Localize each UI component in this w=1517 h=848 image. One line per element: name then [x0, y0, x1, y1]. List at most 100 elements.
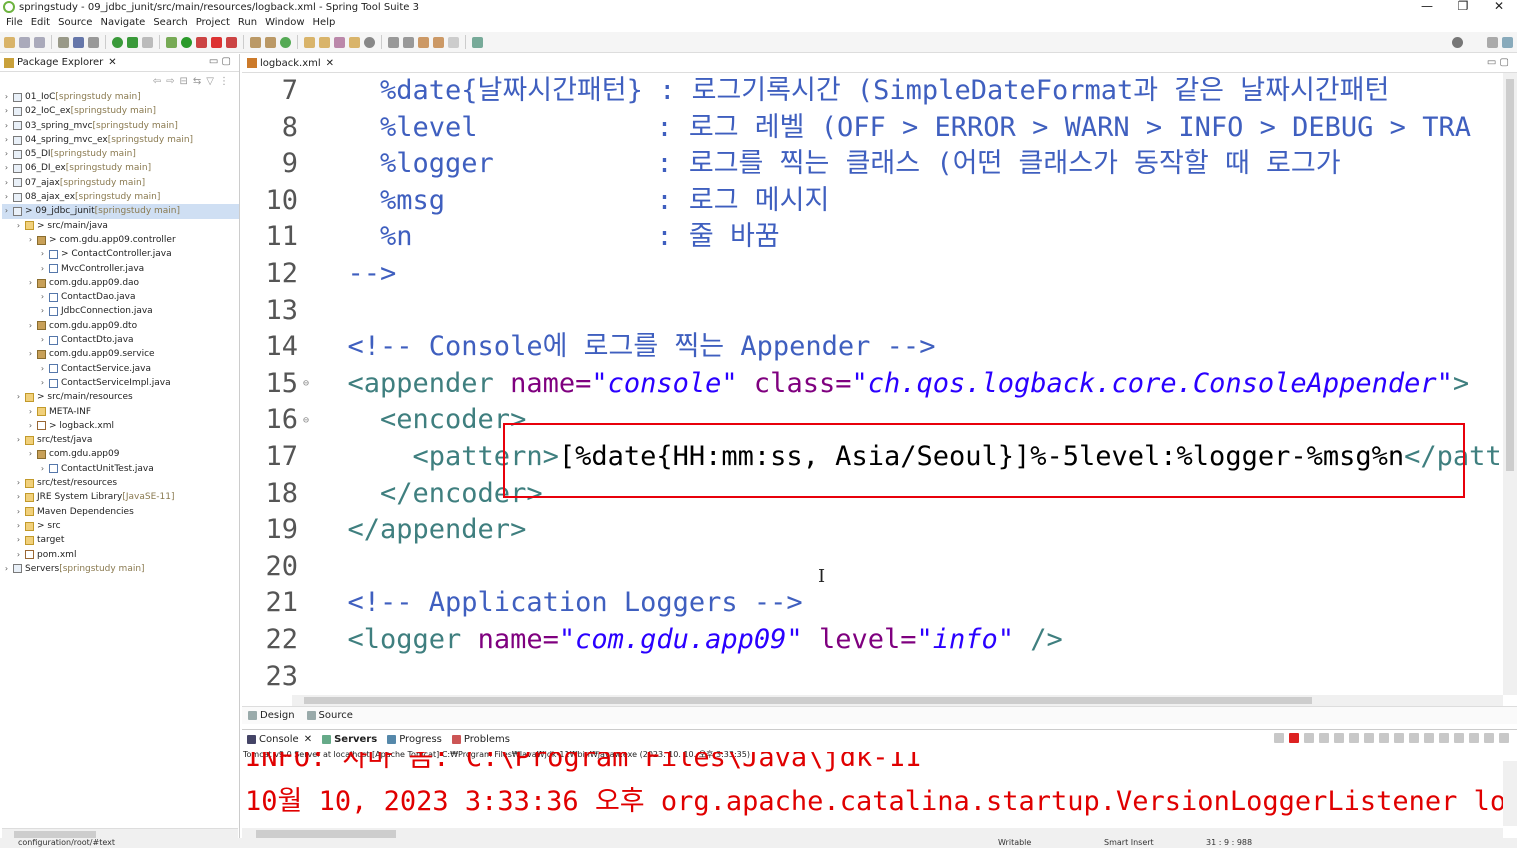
- expand-toggle-icon[interactable]: ›: [2, 147, 11, 161]
- tree-item[interactable]: › > logback.xml: [2, 419, 239, 433]
- expand-toggle-icon[interactable]: ›: [2, 133, 11, 147]
- open-type-icon[interactable]: [304, 36, 315, 48]
- menu-edit[interactable]: Edit: [29, 15, 56, 30]
- terminate-icon[interactable]: [1289, 733, 1299, 743]
- print-icon[interactable]: [58, 36, 69, 48]
- last-edit-icon[interactable]: [418, 36, 429, 48]
- debug-icon[interactable]: [166, 36, 177, 48]
- tree-item[interactable]: › 05_DI [springstudy main]: [2, 147, 239, 161]
- tree-item[interactable]: › src/test/resources: [2, 476, 239, 490]
- tree-item[interactable]: › > src: [2, 519, 239, 533]
- tab-progress[interactable]: Progress: [387, 734, 442, 745]
- tree-item[interactable]: › 04_spring_mvc_ex [springstudy main]: [2, 133, 239, 147]
- back-icon[interactable]: [433, 36, 444, 48]
- tree-item[interactable]: › pom.xml: [2, 548, 239, 562]
- save-icon[interactable]: [19, 36, 30, 48]
- link-editor-icon[interactable]: ⇆: [193, 76, 201, 87]
- tree-item[interactable]: › com.gdu.app09.dao: [2, 276, 239, 290]
- tree-item[interactable]: › com.gdu.app09: [2, 447, 239, 461]
- tree-item[interactable]: › JdbcConnection.java: [2, 304, 239, 318]
- expand-toggle-icon[interactable]: ›: [14, 548, 23, 562]
- expand-toggle-icon[interactable]: ›: [26, 347, 35, 361]
- tree-item[interactable]: › > 09_jdbc_junit [springstudy main]: [2, 204, 239, 219]
- close-icon[interactable]: ✕: [304, 734, 312, 745]
- new-icon[interactable]: [4, 36, 15, 48]
- package-explorer-tab[interactable]: Package Explorer ✕ ▭ ▢: [0, 54, 239, 72]
- new-java-class-icon[interactable]: [265, 36, 276, 48]
- expand-toggle-icon[interactable]: ›: [26, 405, 35, 419]
- expand-toggle-icon[interactable]: ›: [14, 433, 23, 447]
- tree-item[interactable]: › ContactServiceImpl.java: [2, 376, 239, 390]
- menu-navigate[interactable]: Navigate: [98, 15, 151, 30]
- globe-icon[interactable]: [364, 36, 375, 48]
- expand-toggle-icon[interactable]: ›: [38, 304, 47, 318]
- view-menu-icon[interactable]: ⋮: [219, 76, 229, 87]
- maximize-button[interactable]: ❐: [1445, 0, 1481, 12]
- open-task-icon[interactable]: [319, 36, 330, 48]
- gear-icon[interactable]: [142, 36, 153, 48]
- tree-item[interactable]: › ContactService.java: [2, 362, 239, 376]
- expand-toggle-icon[interactable]: ›: [14, 390, 23, 404]
- expand-toggle-icon[interactable]: ›: [2, 562, 11, 576]
- stop-icon[interactable]: [211, 36, 222, 48]
- close-icon[interactable]: ✕: [108, 57, 116, 68]
- expand-toggle-icon[interactable]: ›: [26, 276, 35, 290]
- expand-toggle-icon[interactable]: ›: [2, 204, 11, 218]
- editor-vertical-scrollbar[interactable]: [1503, 73, 1517, 695]
- forward-icon[interactable]: [448, 36, 459, 48]
- expand-toggle-icon[interactable]: ›: [38, 290, 47, 304]
- console-vertical-scrollbar[interactable]: [1503, 761, 1517, 826]
- display-console-icon[interactable]: [1424, 733, 1434, 743]
- spring-perspective-icon[interactable]: [1502, 36, 1513, 48]
- tree-item[interactable]: › > src/main/resources: [2, 390, 239, 404]
- expand-toggle-icon[interactable]: ›: [14, 519, 23, 533]
- gear-icon[interactable]: [1469, 733, 1479, 743]
- editor-tab-logback[interactable]: logback.xml ✕ ▭ ▢: [242, 54, 1517, 73]
- tree-item[interactable]: › Maven Dependencies: [2, 505, 239, 519]
- expand-toggle-icon[interactable]: ›: [14, 505, 23, 519]
- external-tools-icon[interactable]: [226, 36, 237, 48]
- minimize-button[interactable]: —: [1409, 0, 1445, 12]
- menu-file[interactable]: File: [4, 15, 29, 30]
- console-output[interactable]: INFO: 사마 옴: C:\Program Files\Java\jdk-11…: [245, 752, 1503, 822]
- new-java-package-icon[interactable]: [250, 36, 261, 48]
- tree-item[interactable]: › ContactDao.java: [2, 290, 239, 304]
- tree-item[interactable]: › > src/main/java: [2, 219, 239, 233]
- refresh-icon[interactable]: [127, 36, 138, 48]
- save-all-icon[interactable]: [34, 36, 45, 48]
- tree-item[interactable]: › 03_spring_mvc [springstudy main]: [2, 119, 239, 133]
- expand-toggle-icon[interactable]: ›: [38, 462, 47, 476]
- code-text-area[interactable]: 7 %date{날짜시간패턴} : 로그기록시간 (SimpleDateForm…: [242, 73, 1503, 695]
- expand-toggle-icon[interactable]: ›: [26, 419, 35, 433]
- tree-item[interactable]: › > com.gdu.app09.controller: [2, 233, 239, 247]
- annotation-next-icon[interactable]: [388, 36, 399, 48]
- tree-item[interactable]: › ContactDto.java: [2, 333, 239, 347]
- menu-source[interactable]: Source: [56, 15, 98, 30]
- tree-item[interactable]: › 08_ajax_ex [springstudy main]: [2, 190, 239, 204]
- tab-console[interactable]: Console ✕: [247, 734, 312, 745]
- expand-toggle-icon[interactable]: ›: [14, 476, 23, 490]
- tree-item[interactable]: › > ContactController.java: [2, 247, 239, 261]
- minimize-icon[interactable]: [1484, 733, 1494, 743]
- tree-item[interactable]: › 07_ajax [springstudy main]: [2, 176, 239, 190]
- view-minmax-icon[interactable]: ▭ ▢: [209, 56, 231, 67]
- expand-toggle-icon[interactable]: ›: [2, 104, 11, 118]
- tree-item[interactable]: › META-INF: [2, 405, 239, 419]
- expand-toggle-icon[interactable]: ›: [2, 176, 11, 190]
- tree-item[interactable]: › 06_DI_ex [springstudy main]: [2, 161, 239, 175]
- expand-toggle-icon[interactable]: ›: [14, 219, 23, 233]
- tree-item[interactable]: › com.gdu.app09.dto: [2, 319, 239, 333]
- tree-item[interactable]: › MvcController.java: [2, 262, 239, 276]
- new-class-icon[interactable]: [280, 36, 291, 48]
- expand-toggle-icon[interactable]: ›: [38, 376, 47, 390]
- expand-toggle-icon[interactable]: ›: [26, 447, 35, 461]
- forward-nav-icon[interactable]: ⇨: [166, 76, 174, 87]
- filter-icon[interactable]: ▽: [206, 76, 214, 87]
- skip-breakpoints-icon[interactable]: [88, 36, 99, 48]
- menu-window[interactable]: Window: [263, 15, 310, 30]
- remove-all-icon[interactable]: [1319, 733, 1329, 743]
- tree-item[interactable]: › 02_IoC_ex [springstudy main]: [2, 104, 239, 118]
- expand-toggle-icon[interactable]: ›: [14, 490, 23, 504]
- word-wrap-icon[interactable]: [1364, 733, 1374, 743]
- pin-console-icon[interactable]: [1409, 733, 1419, 743]
